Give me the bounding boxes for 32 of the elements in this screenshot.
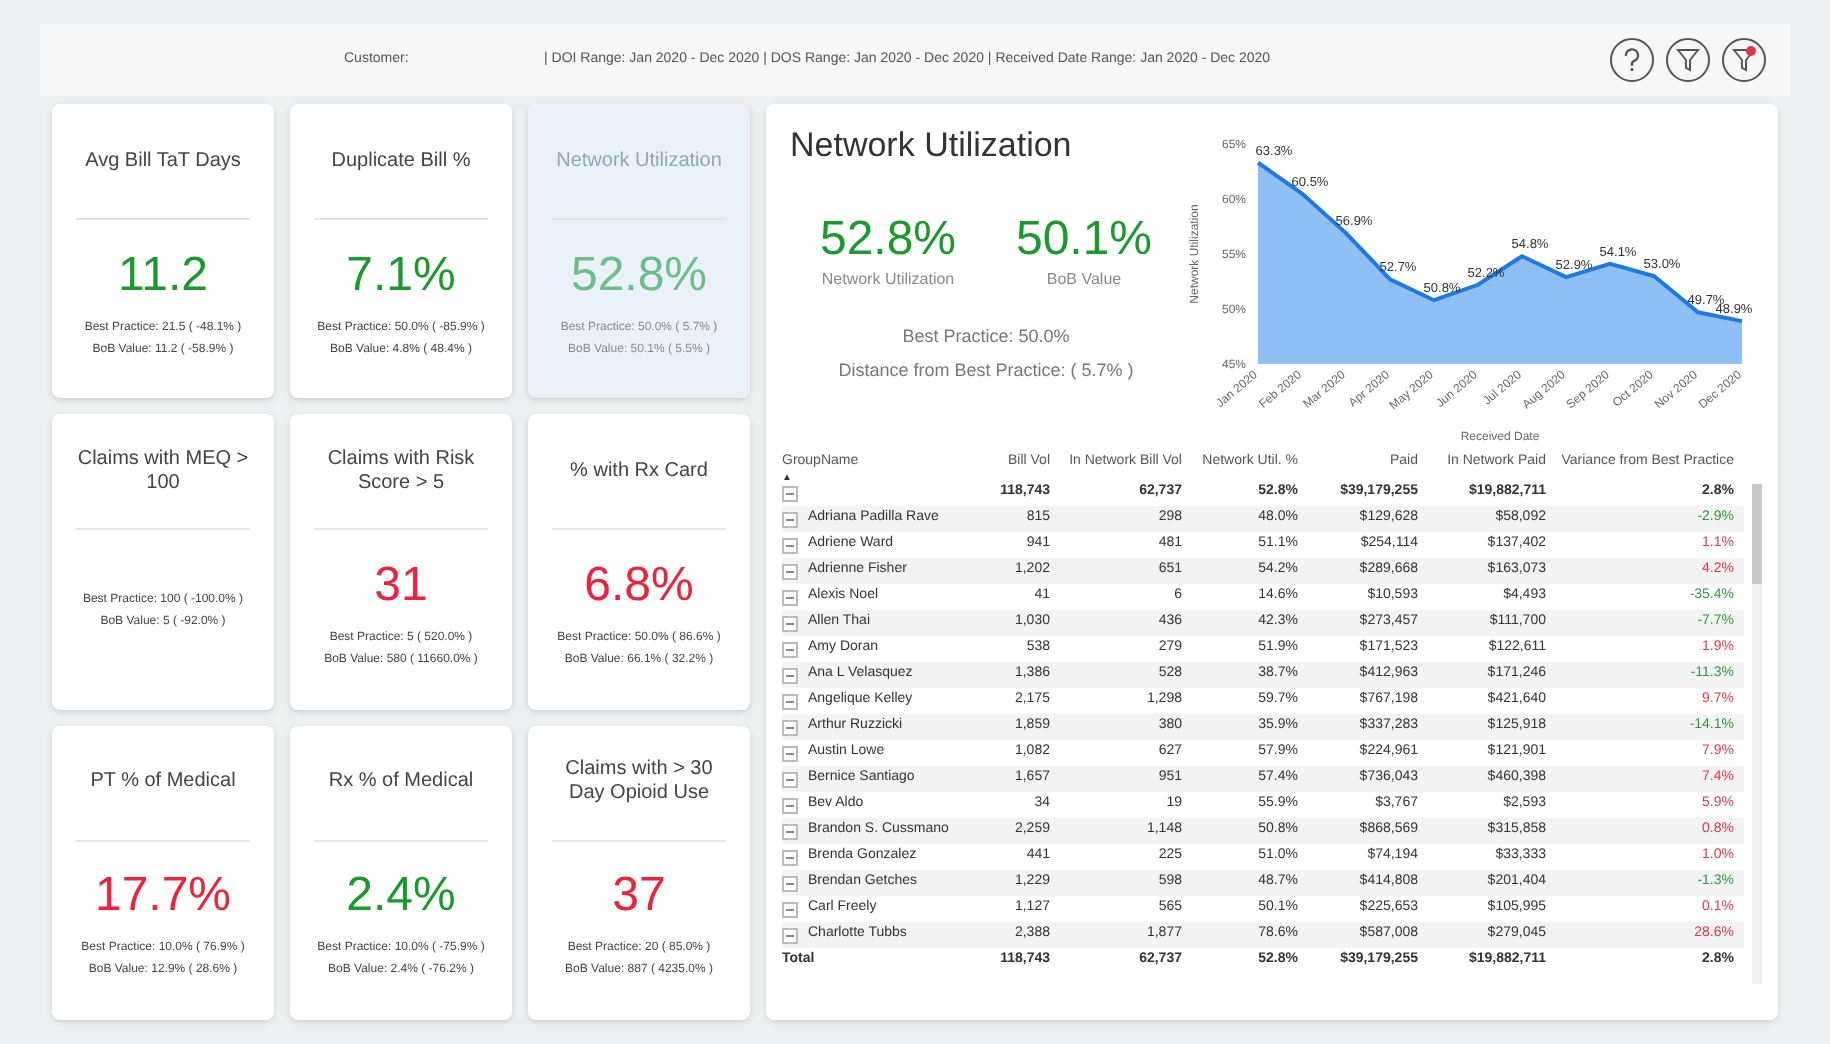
card-title: Claims with MEQ > 100	[76, 447, 250, 496]
best-practice-text: Best Practice: 50.0%	[900, 323, 1072, 349]
card-title: PT % of Medical	[90, 770, 236, 795]
scrollbar[interactable]	[1752, 484, 1762, 984]
distance-text: Distance from Best Practice: ( 5.7% )	[836, 358, 1136, 384]
metric-value: 7.1%	[346, 245, 456, 306]
card-title: Network Utilization	[556, 149, 722, 173]
card-title: Rx % of Medical	[328, 770, 474, 795]
card-title: Duplicate Bill %	[331, 149, 471, 173]
help-icon	[1622, 48, 1642, 72]
metric-value: 50.1%	[1015, 211, 1153, 267]
help-button[interactable]	[1610, 38, 1654, 82]
metric-value: 37	[612, 866, 666, 927]
panel-title: Network Utilization	[790, 124, 1074, 168]
filter-icon	[1676, 48, 1700, 72]
metric-value: 52.8%	[819, 211, 957, 267]
metric-value: 2.4%	[346, 866, 456, 927]
clear-filter-button[interactable]	[1722, 38, 1766, 82]
metric-value: 31	[374, 555, 428, 616]
metric-value: 11.2	[118, 245, 208, 306]
metric-label: Network Utilization	[821, 267, 955, 291]
metric-value: 6.8%	[584, 555, 694, 616]
metric-value: 52.8%	[570, 245, 708, 306]
card-title: Claims with > 30 Day Opioid Use	[563, 758, 715, 807]
card-title: Avg Bill TaT Days	[85, 149, 241, 173]
collapse-icon[interactable]	[782, 485, 798, 501]
filter-button[interactable]	[1666, 38, 1710, 82]
metric-value: 17.7%	[94, 866, 232, 927]
filter-icon	[1732, 48, 1756, 72]
metric-label: BoB Value	[1046, 267, 1122, 291]
card-title: Claims with Risk Score > 5	[325, 447, 477, 496]
card-title: % with Rx Card	[570, 459, 708, 484]
